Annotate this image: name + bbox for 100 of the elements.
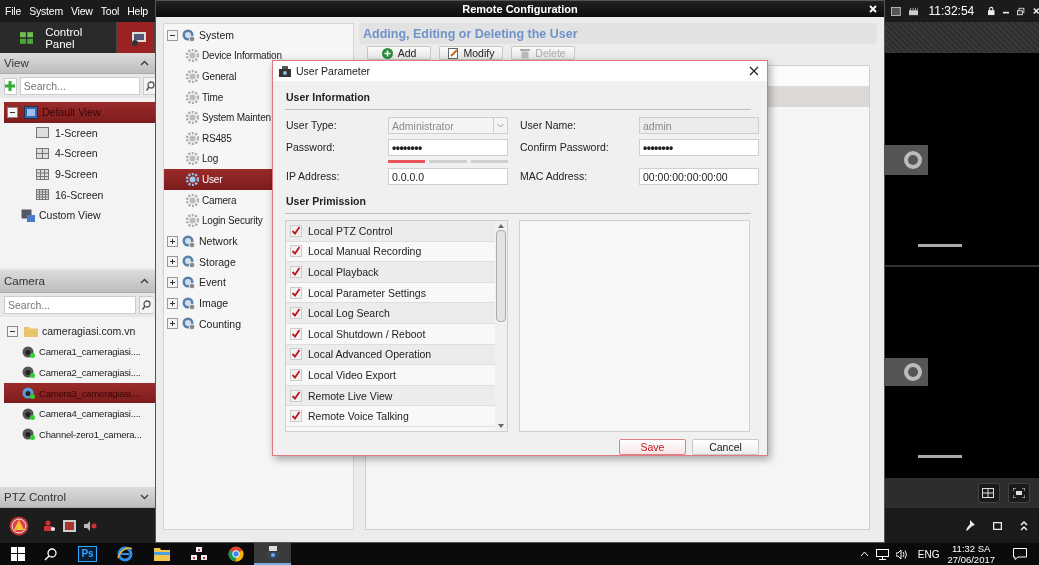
taskbar-app[interactable]: Ps bbox=[69, 543, 106, 565]
checkbox[interactable] bbox=[290, 348, 302, 361]
menu-item[interactable]: Help bbox=[127, 5, 148, 17]
checkbox[interactable] bbox=[290, 286, 302, 299]
checkbox[interactable] bbox=[290, 389, 302, 402]
chevron-icon[interactable] bbox=[859, 551, 869, 557]
camera-icon bbox=[22, 428, 35, 441]
globe-gear-icon bbox=[182, 296, 195, 310]
checkbox[interactable] bbox=[290, 224, 302, 237]
panel-header[interactable]: Camera bbox=[0, 270, 155, 293]
search-field[interactable]: Search... bbox=[4, 296, 136, 314]
input-field[interactable]: 00:00:00:00:00:00 bbox=[639, 168, 759, 185]
tree-item[interactable]: cameragiasi.com.vn bbox=[4, 321, 155, 342]
expand-toggle[interactable] bbox=[7, 106, 18, 118]
input-field[interactable]: •••••••• bbox=[639, 139, 759, 156]
modify-button[interactable]: Modify bbox=[439, 46, 503, 60]
layout-icon bbox=[36, 148, 49, 159]
network-icon[interactable] bbox=[875, 548, 889, 560]
add-view-button[interactable] bbox=[4, 77, 17, 95]
checkbox[interactable] bbox=[290, 327, 302, 340]
panel-header[interactable]: View bbox=[0, 53, 155, 74]
notification-icon[interactable] bbox=[1013, 548, 1027, 560]
gear-icon bbox=[186, 152, 199, 166]
double-chevron-icon[interactable] bbox=[1020, 520, 1028, 531]
tree-item[interactable]: Channel-zero1_camera... bbox=[4, 423, 155, 445]
checkbox[interactable] bbox=[290, 307, 302, 320]
tree-item[interactable]: 16-Screen bbox=[4, 184, 155, 205]
expand-toggle[interactable] bbox=[167, 318, 178, 330]
gear-icon bbox=[186, 214, 199, 228]
main-view-tab[interactable] bbox=[117, 22, 155, 53]
tree-item[interactable]: Camera1_cameragiasi.... bbox=[4, 341, 155, 363]
edit-icon bbox=[447, 47, 459, 59]
checkbox[interactable] bbox=[290, 245, 302, 258]
pin-icon[interactable] bbox=[965, 520, 975, 531]
windows-start-icon[interactable] bbox=[11, 547, 25, 561]
menu-item[interactable]: View bbox=[70, 5, 93, 17]
grid-icon bbox=[982, 488, 996, 498]
alarm-icon[interactable] bbox=[9, 515, 29, 536]
close-icon[interactable] bbox=[749, 66, 759, 76]
tree-item[interactable]: 9-Screen bbox=[4, 163, 155, 185]
cancel-button[interactable]: Cancel bbox=[692, 439, 759, 455]
gear-icon bbox=[186, 193, 199, 207]
expand-toggle[interactable] bbox=[167, 29, 178, 41]
checkbox[interactable] bbox=[290, 410, 302, 423]
layout-button[interactable] bbox=[978, 483, 1000, 503]
taskbar-clock[interactable]: 11:32 SA 27/06/2017 bbox=[947, 543, 995, 565]
save-button[interactable]: Save bbox=[619, 439, 686, 455]
lock-icon[interactable] bbox=[988, 6, 995, 16]
tree-item[interactable]: Custom View bbox=[4, 204, 155, 226]
browser-icon bbox=[116, 546, 133, 562]
camera-icon bbox=[22, 387, 35, 400]
memory-icon[interactable] bbox=[908, 5, 919, 17]
search-button[interactable] bbox=[142, 77, 155, 95]
window-icon[interactable] bbox=[993, 521, 1002, 530]
restore-icon[interactable] bbox=[1017, 6, 1025, 16]
fullscreen-button[interactable] bbox=[1008, 483, 1030, 503]
camera-icon bbox=[264, 546, 281, 560]
expand-toggle[interactable] bbox=[167, 276, 178, 288]
checkbox[interactable] bbox=[290, 368, 302, 381]
expand-toggle[interactable] bbox=[167, 297, 178, 309]
scroll-down-icon[interactable] bbox=[498, 424, 504, 428]
image-icon[interactable] bbox=[63, 519, 76, 532]
input-field[interactable]: •••••••• bbox=[388, 139, 508, 156]
person-icon[interactable] bbox=[43, 519, 55, 532]
panel-header[interactable]: PTZ Control bbox=[0, 487, 155, 508]
tree-item[interactable]: Device Information bbox=[164, 45, 353, 67]
monitor-icon bbox=[21, 208, 35, 222]
scrollbar[interactable] bbox=[495, 221, 507, 431]
menu-item[interactable]: File bbox=[5, 5, 22, 17]
tree-item[interactable]: System bbox=[164, 25, 353, 46]
menu-item[interactable]: System bbox=[29, 5, 63, 17]
tree-item[interactable]: Camera2_cameragiasi.... bbox=[4, 362, 155, 383]
expand-toggle[interactable] bbox=[167, 235, 178, 247]
chevron-icon bbox=[140, 278, 149, 284]
permission-label: Local Manual Recording bbox=[308, 245, 422, 258]
menu-item[interactable]: Tool bbox=[100, 5, 120, 17]
gear-icon bbox=[186, 70, 199, 83]
permission-label: Remote Voice Talking bbox=[308, 410, 409, 423]
speaker-icon[interactable] bbox=[84, 520, 97, 531]
language-indicator[interactable]: ENG bbox=[917, 548, 940, 560]
search-field[interactable]: Search... bbox=[19, 77, 140, 95]
permission-label: Local Parameter Settings bbox=[308, 286, 426, 299]
volume-icon[interactable] bbox=[895, 548, 909, 560]
add-button[interactable]: Add bbox=[367, 46, 431, 60]
expand-toggle[interactable] bbox=[7, 325, 18, 337]
monitor-icon[interactable] bbox=[891, 5, 901, 17]
field-label: Password: bbox=[285, 140, 337, 155]
section-heading: User Primission bbox=[285, 185, 751, 214]
field-label: MAC Address: bbox=[519, 169, 589, 184]
scroll-up-icon[interactable] bbox=[498, 224, 504, 228]
search-button[interactable] bbox=[139, 296, 153, 314]
tree-item[interactable]: Camera4_cameragiasi.... bbox=[4, 403, 155, 424]
input-field[interactable]: 0.0.0.0 bbox=[388, 168, 508, 185]
tree-item[interactable]: 4-Screen bbox=[4, 143, 155, 164]
gear-icon bbox=[186, 111, 199, 125]
tree-item[interactable]: 1-Screen bbox=[4, 122, 155, 144]
expand-toggle[interactable] bbox=[167, 256, 178, 268]
checkbox[interactable] bbox=[290, 266, 302, 278]
field-label: User Name: bbox=[519, 118, 577, 133]
taskbar-app[interactable] bbox=[254, 543, 291, 565]
